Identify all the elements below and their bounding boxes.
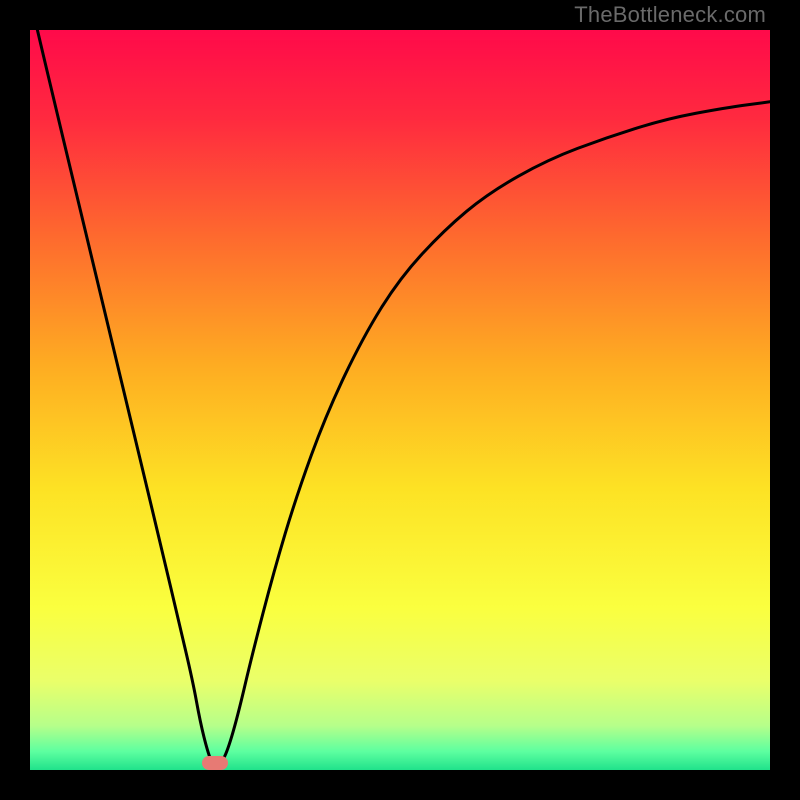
optimal-marker	[202, 756, 228, 770]
bottleneck-curve	[37, 30, 770, 765]
curve-svg	[30, 30, 770, 770]
watermark-text: TheBottleneck.com	[574, 2, 766, 28]
chart-frame: TheBottleneck.com	[0, 0, 800, 800]
plot-area	[30, 30, 770, 770]
